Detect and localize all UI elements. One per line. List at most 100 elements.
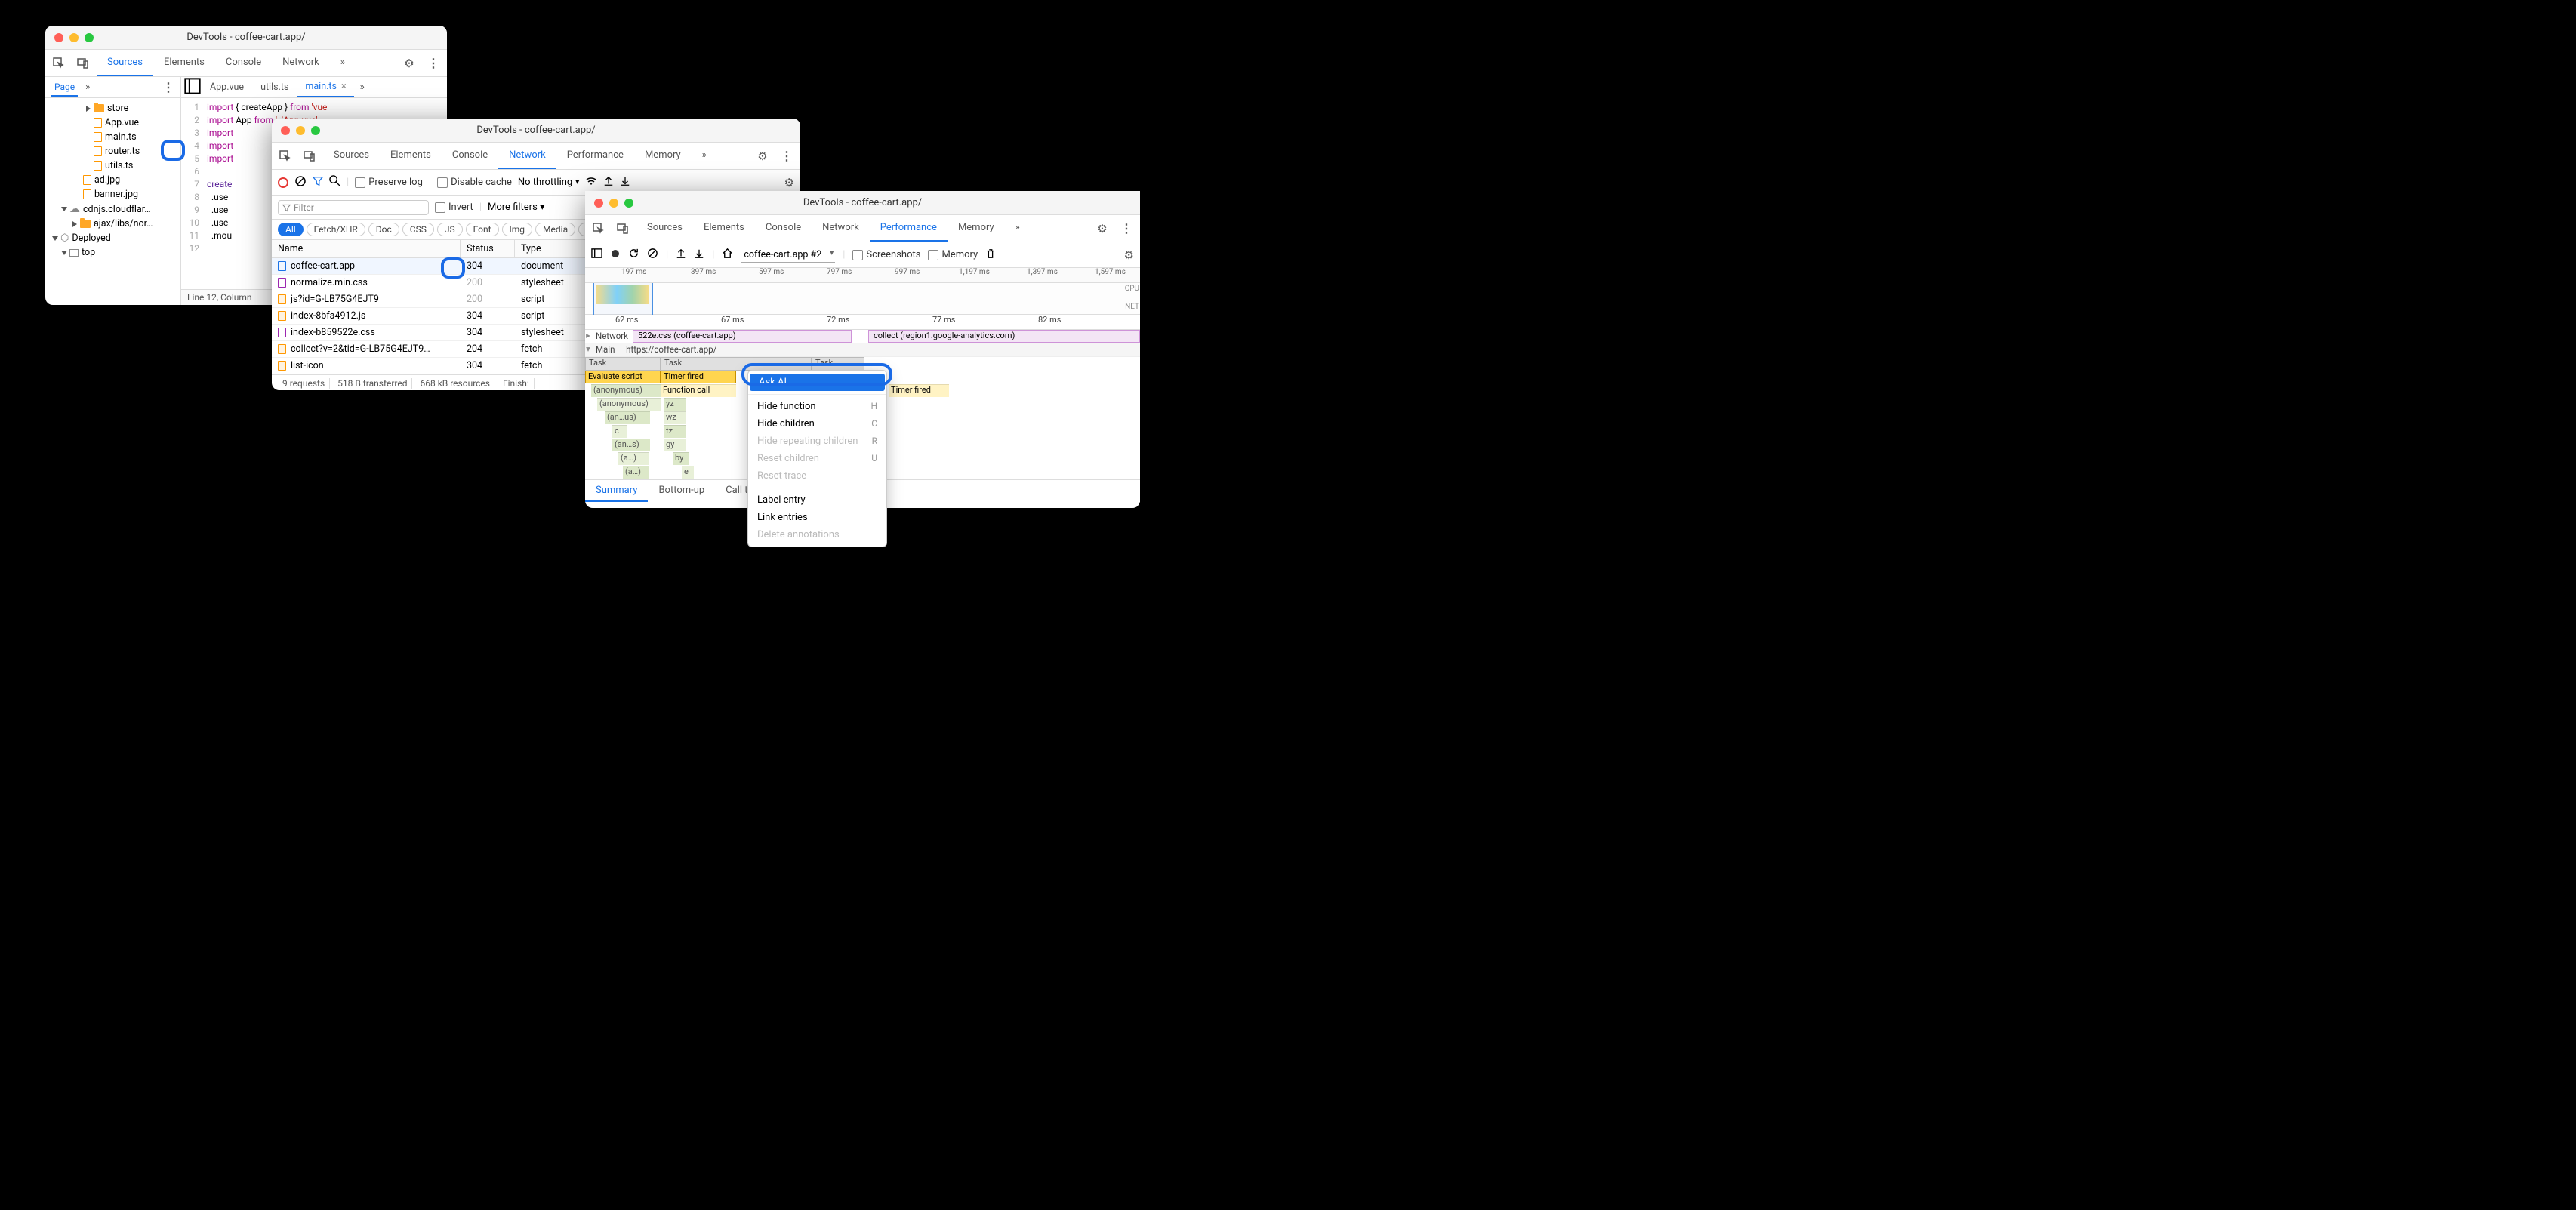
tab-sources[interactable]: Sources — [323, 143, 380, 169]
tab-memory[interactable]: Memory — [634, 143, 692, 169]
device-icon[interactable] — [612, 218, 633, 239]
ctx-hide-children[interactable]: Hide childrenC — [748, 415, 886, 433]
maximize-icon[interactable] — [85, 33, 94, 42]
pill-doc[interactable]: Doc — [368, 223, 399, 236]
filter-icon[interactable] — [313, 176, 323, 189]
tab-performance[interactable]: Performance — [556, 143, 634, 169]
tab-console[interactable]: Console — [755, 215, 812, 242]
editor-overflow-icon[interactable] — [360, 82, 365, 93]
record-icon[interactable] — [610, 248, 621, 262]
tab-network[interactable]: Network — [812, 215, 870, 242]
record-icon[interactable] — [278, 177, 288, 188]
tab-console[interactable]: Console — [442, 143, 498, 169]
inspect-icon[interactable] — [48, 53, 69, 74]
tab-elements[interactable]: Elements — [380, 143, 442, 169]
navigator-icon[interactable] — [184, 78, 201, 97]
ctx-link-entries[interactable]: Link entries — [748, 509, 886, 526]
overview-chart[interactable]: CPU NET — [585, 283, 1140, 315]
tree-folder-ajax[interactable]: ajax/libs/nor… — [45, 217, 180, 231]
tree-top[interactable]: top — [45, 245, 180, 260]
tree-domain-cdnjs[interactable]: cdnjs.cloudflar… — [45, 202, 180, 217]
sidebar-menu-icon[interactable] — [162, 80, 174, 94]
clear-icon[interactable] — [294, 175, 307, 190]
tree-file-bannerjpg[interactable]: banner.jpg — [45, 187, 180, 202]
titlebar[interactable]: DevTools - coffee-cart.app/ — [272, 119, 800, 143]
tab-sources[interactable]: Sources — [97, 50, 153, 76]
tab-bottomup[interactable]: Bottom-up — [648, 480, 715, 502]
close-icon[interactable] — [54, 33, 63, 42]
more-filters-select[interactable]: More filters ▾ — [488, 202, 545, 213]
editor-tab-maints[interactable]: main.ts× — [297, 77, 353, 97]
tab-network[interactable]: Network — [498, 143, 556, 169]
titlebar[interactable]: DevTools - coffee-cart.app/ — [585, 191, 1140, 215]
menu-icon[interactable] — [776, 146, 797, 167]
minimize-icon[interactable] — [609, 199, 618, 208]
ctx-ask-ai[interactable]: Ask AI — [750, 374, 885, 391]
tab-elements[interactable]: Elements — [693, 215, 755, 242]
tree-file-maints[interactable]: main.ts — [45, 130, 180, 144]
ctx-label-entry[interactable]: Label entry — [748, 491, 886, 509]
invert-checkbox[interactable]: Invert — [435, 202, 473, 213]
upload-icon[interactable] — [676, 248, 686, 262]
detail-ruler[interactable]: 62 ms67 ms72 ms77 ms82 ms — [585, 315, 1140, 330]
device-icon[interactable] — [299, 146, 320, 167]
toggle-sidebar-icon[interactable] — [591, 248, 602, 262]
sidebar-tab-page[interactable]: Page — [51, 79, 78, 97]
tab-elements[interactable]: Elements — [153, 50, 215, 76]
minimize-icon[interactable] — [69, 33, 79, 42]
menu-icon[interactable] — [1116, 218, 1137, 239]
tabs-overflow-icon[interactable] — [692, 143, 717, 169]
reload-icon[interactable] — [628, 248, 639, 262]
maximize-icon[interactable] — [624, 199, 633, 208]
tab-console[interactable]: Console — [215, 50, 272, 76]
memory-checkbox[interactable]: Memory — [928, 249, 978, 260]
home-icon[interactable] — [722, 248, 733, 262]
file-tree[interactable]: store App.vue main.ts router.ts utils.ts… — [45, 98, 180, 263]
pill-js[interactable]: JS — [437, 223, 463, 236]
titlebar[interactable]: DevTools - coffee-cart.app/ — [45, 26, 447, 50]
settings-icon[interactable] — [752, 146, 773, 167]
sidebar-overflow-icon[interactable] — [85, 82, 90, 93]
flame-timer-fired[interactable]: Timer fired — [661, 371, 736, 383]
tree-file-utilsts[interactable]: utils.ts — [45, 159, 180, 173]
download-icon[interactable] — [694, 248, 704, 262]
tab-performance[interactable]: Performance — [870, 215, 948, 242]
clear-icon[interactable] — [647, 248, 658, 262]
tree-deployed[interactable]: Deployed — [45, 231, 180, 245]
pill-font[interactable]: Font — [466, 223, 499, 236]
tabs-overflow-icon[interactable] — [330, 50, 356, 76]
disable-cache-checkbox[interactable]: Disable cache — [437, 177, 512, 188]
close-icon[interactable] — [594, 199, 603, 208]
main-track-header[interactable]: ▾ Main — https://coffee-cart.app/ — [585, 343, 1140, 357]
tree-file-adjpg[interactable]: ad.jpg — [45, 173, 180, 187]
tree-file-appvue[interactable]: App.vue — [45, 115, 180, 130]
trash-icon[interactable] — [985, 248, 996, 262]
inspect-icon[interactable] — [275, 146, 296, 167]
overview-ruler[interactable]: 197 ms397 ms597 ms797 ms997 ms1,197 ms1,… — [585, 268, 1140, 283]
tab-summary[interactable]: Summary — [585, 480, 648, 502]
search-icon[interactable] — [329, 175, 340, 189]
network-settings-icon[interactable] — [784, 176, 794, 189]
perf-settings-icon[interactable] — [1124, 248, 1134, 262]
pill-css[interactable]: CSS — [402, 223, 434, 236]
preserve-log-checkbox[interactable]: Preserve log — [355, 177, 423, 188]
tab-sources[interactable]: Sources — [636, 215, 693, 242]
device-icon[interactable] — [72, 53, 94, 74]
throttling-select[interactable]: No throttling ▾ — [518, 177, 579, 188]
maximize-icon[interactable] — [311, 126, 320, 135]
editor-tab-appvue[interactable]: App.vue — [202, 77, 251, 97]
settings-icon[interactable] — [399, 53, 420, 74]
recording-select[interactable]: coffee-cart.app #2 — [741, 248, 835, 263]
pill-fetchxhr[interactable]: Fetch/XHR — [307, 223, 365, 236]
screenshots-checkbox[interactable]: Screenshots — [852, 249, 920, 260]
minimize-icon[interactable] — [296, 126, 305, 135]
tree-folder-store[interactable]: store — [45, 101, 180, 115]
flame-timer-fired[interactable]: Timer fired — [889, 384, 949, 397]
menu-icon[interactable] — [423, 53, 444, 74]
filter-input[interactable]: Filter — [278, 200, 429, 215]
tab-memory[interactable]: Memory — [948, 215, 1005, 242]
upload-icon[interactable] — [603, 176, 614, 189]
tabs-overflow-icon[interactable] — [1005, 215, 1031, 242]
wifi-icon[interactable] — [585, 175, 597, 190]
overview-selection[interactable] — [593, 283, 653, 315]
